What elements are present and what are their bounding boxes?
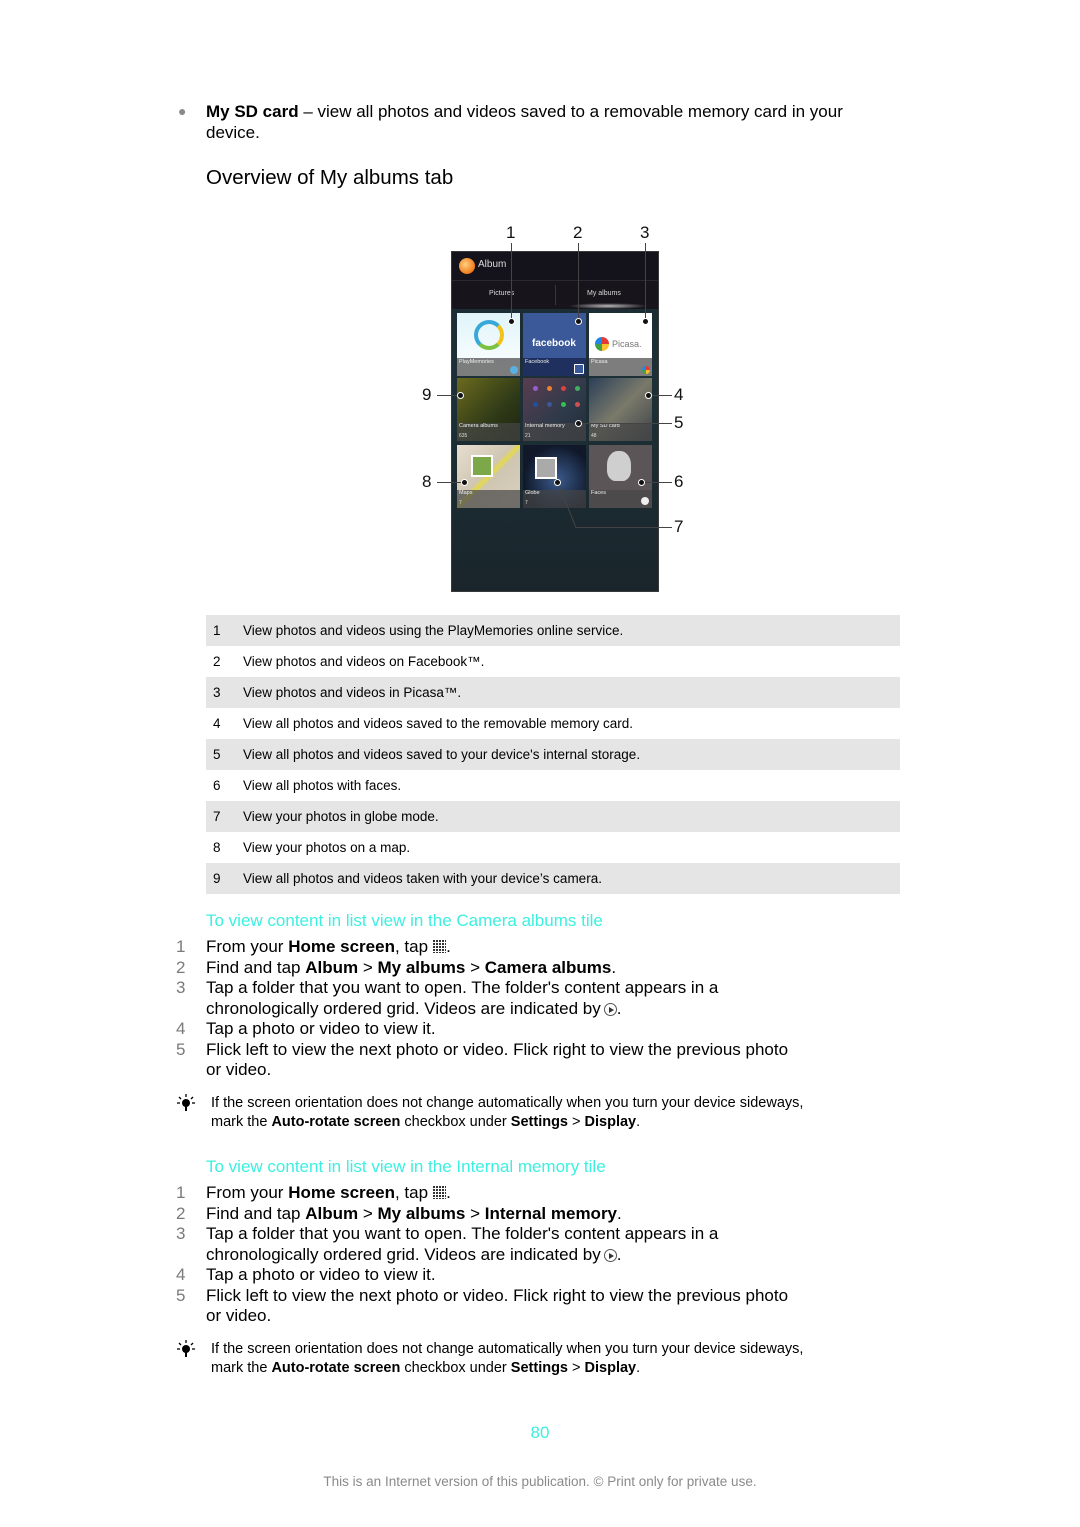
tile-count: 7 (525, 500, 528, 506)
tile-label: PlayMemories (459, 359, 494, 365)
callout-2: 2 (573, 223, 583, 242)
step: 2 Find and tap Album > My albums > Camera… (176, 957, 617, 977)
bullet-term: My SD card (206, 102, 299, 121)
tile-label: Facebook (525, 359, 550, 365)
procedure-title-camera-albums: To view content in list view in the Came… (206, 911, 603, 930)
lightbulb-tip-icon (177, 1340, 195, 1357)
step: 5 Flick left to view the next photo or vi… (176, 1039, 789, 1080)
callout-5: 5 (674, 413, 684, 432)
bullet-text-line2: device. (206, 123, 260, 142)
app-header: Album (452, 252, 658, 280)
tile-label: Maps (459, 490, 473, 496)
tile-internal-memory[interactable]: Internal memory 21 (523, 378, 586, 441)
procedure-steps-internal-memory: 1 From your Home screen, tap. 2 Find and t… (176, 1183, 876, 1327)
app-title: Album (478, 259, 507, 270)
tile-faces[interactable]: Faces (589, 445, 652, 508)
tile-label: Faces (591, 490, 606, 496)
tile-count: 48 (591, 433, 597, 439)
tile-my-sd-card[interactable]: My SD card 48 (589, 378, 652, 441)
tile-camera-albums[interactable]: Camera albums 635 (457, 378, 520, 441)
step: 4 Tap a photo or video to view it. (176, 1019, 436, 1038)
callout-4: 4 (674, 385, 684, 404)
phone-screenshot: Album Pictures My albums PlayMemories fa… (451, 251, 659, 592)
picasa-badge-icon (642, 366, 650, 374)
callout-9: 9 (422, 385, 432, 404)
step: 4 Tap a photo or video to view it. (176, 1265, 436, 1284)
tab-my-albums[interactable]: My albums (587, 290, 621, 297)
step: 3 Tap a folder that you want to open. The… (176, 978, 719, 1018)
tile-label: Globe (525, 490, 540, 496)
album-app-icon (459, 258, 475, 274)
legend-row: 8 View your photos on a map. (213, 840, 411, 855)
facebook-logo: facebook (532, 338, 576, 349)
callout-3: 3 (640, 223, 650, 242)
step: 2 Find and tap Album > My albums > Intern… (176, 1203, 622, 1223)
legend-row: 7 View your photos in globe mode. (206, 801, 900, 832)
step: 1 From your Home screen, tap. (176, 937, 451, 956)
legend-row: 4 View all photos and videos saved to the… (213, 716, 633, 731)
tile-globe[interactable]: Globe 7 (523, 445, 586, 508)
callout-6: 6 (674, 472, 684, 491)
callout-1: 1 (506, 223, 516, 242)
tab-divider (555, 285, 556, 305)
legend-row: 6 View all photos with faces. (213, 778, 402, 793)
footer-notice: This is an Internet version of this publ… (323, 1474, 757, 1489)
tile-count: 7 (459, 500, 462, 506)
callout-8: 8 (422, 472, 432, 491)
playmemories-logo-icon (474, 320, 504, 350)
tile-maps[interactable]: Maps 7 (457, 445, 520, 508)
playmemories-badge-icon (510, 366, 518, 374)
procedure-title-internal-memory: To view content in list view in the Inte… (206, 1157, 606, 1176)
facebook-badge-icon (574, 364, 584, 374)
person-badge-icon (641, 497, 649, 505)
step: 1 From your Home screen, tap. (176, 1183, 451, 1202)
face-silhouette-icon (607, 451, 631, 481)
video-play-icon (603, 1002, 617, 1016)
picasa-logo: Picasa. (612, 339, 642, 349)
lightbulb-tip-icon (177, 1094, 195, 1111)
legend-row: 2 View photos and videos on Facebook™. (213, 654, 485, 669)
step: 5 Flick left to view the next photo or vi… (176, 1285, 789, 1326)
tile-label: Picasa (591, 359, 608, 365)
page-number: 80 (530, 1423, 550, 1442)
tile-label: Internal memory (525, 423, 565, 429)
callout-legend-table: 1 View photos and videos using the PlayMe… (206, 615, 900, 894)
map-photo-thumb (471, 455, 493, 477)
bullet-icon: ● (178, 103, 187, 119)
step: 3 Tap a folder that you want to open. The… (176, 1224, 719, 1264)
apps-grid-icon (432, 1185, 447, 1199)
my-albums-figure: Album Pictures My albums PlayMemories fa… (415, 220, 695, 595)
legend-row: 5 View all photos and videos saved to you… (206, 739, 900, 770)
procedure-steps-camera-albums: 1 From your Home screen, tap. 2 Find and t… (176, 937, 876, 1081)
active-tab-indicator (568, 303, 648, 309)
tile-count: 635 (459, 433, 468, 439)
legend-row: 9 View all photos and videos taken with y… (206, 863, 900, 894)
tile-count: 21 (525, 433, 531, 439)
picasa-logo-icon (595, 337, 609, 351)
legend-row: 3 View photos and videos in Picasa™. (206, 677, 900, 708)
legend-row: 1 View photos and videos using the PlayMe… (206, 615, 900, 646)
tab-bar: Pictures My albums (452, 280, 658, 309)
tile-label: Camera albums (459, 423, 498, 429)
bullet-text: – view all photos and videos saved to a … (298, 102, 843, 121)
callout-7: 7 (674, 517, 684, 536)
section-title: Overview of My albums tab (206, 166, 454, 189)
video-play-icon (603, 1248, 617, 1262)
globe-photo-thumb (535, 457, 557, 479)
apps-grid-icon (432, 939, 447, 953)
